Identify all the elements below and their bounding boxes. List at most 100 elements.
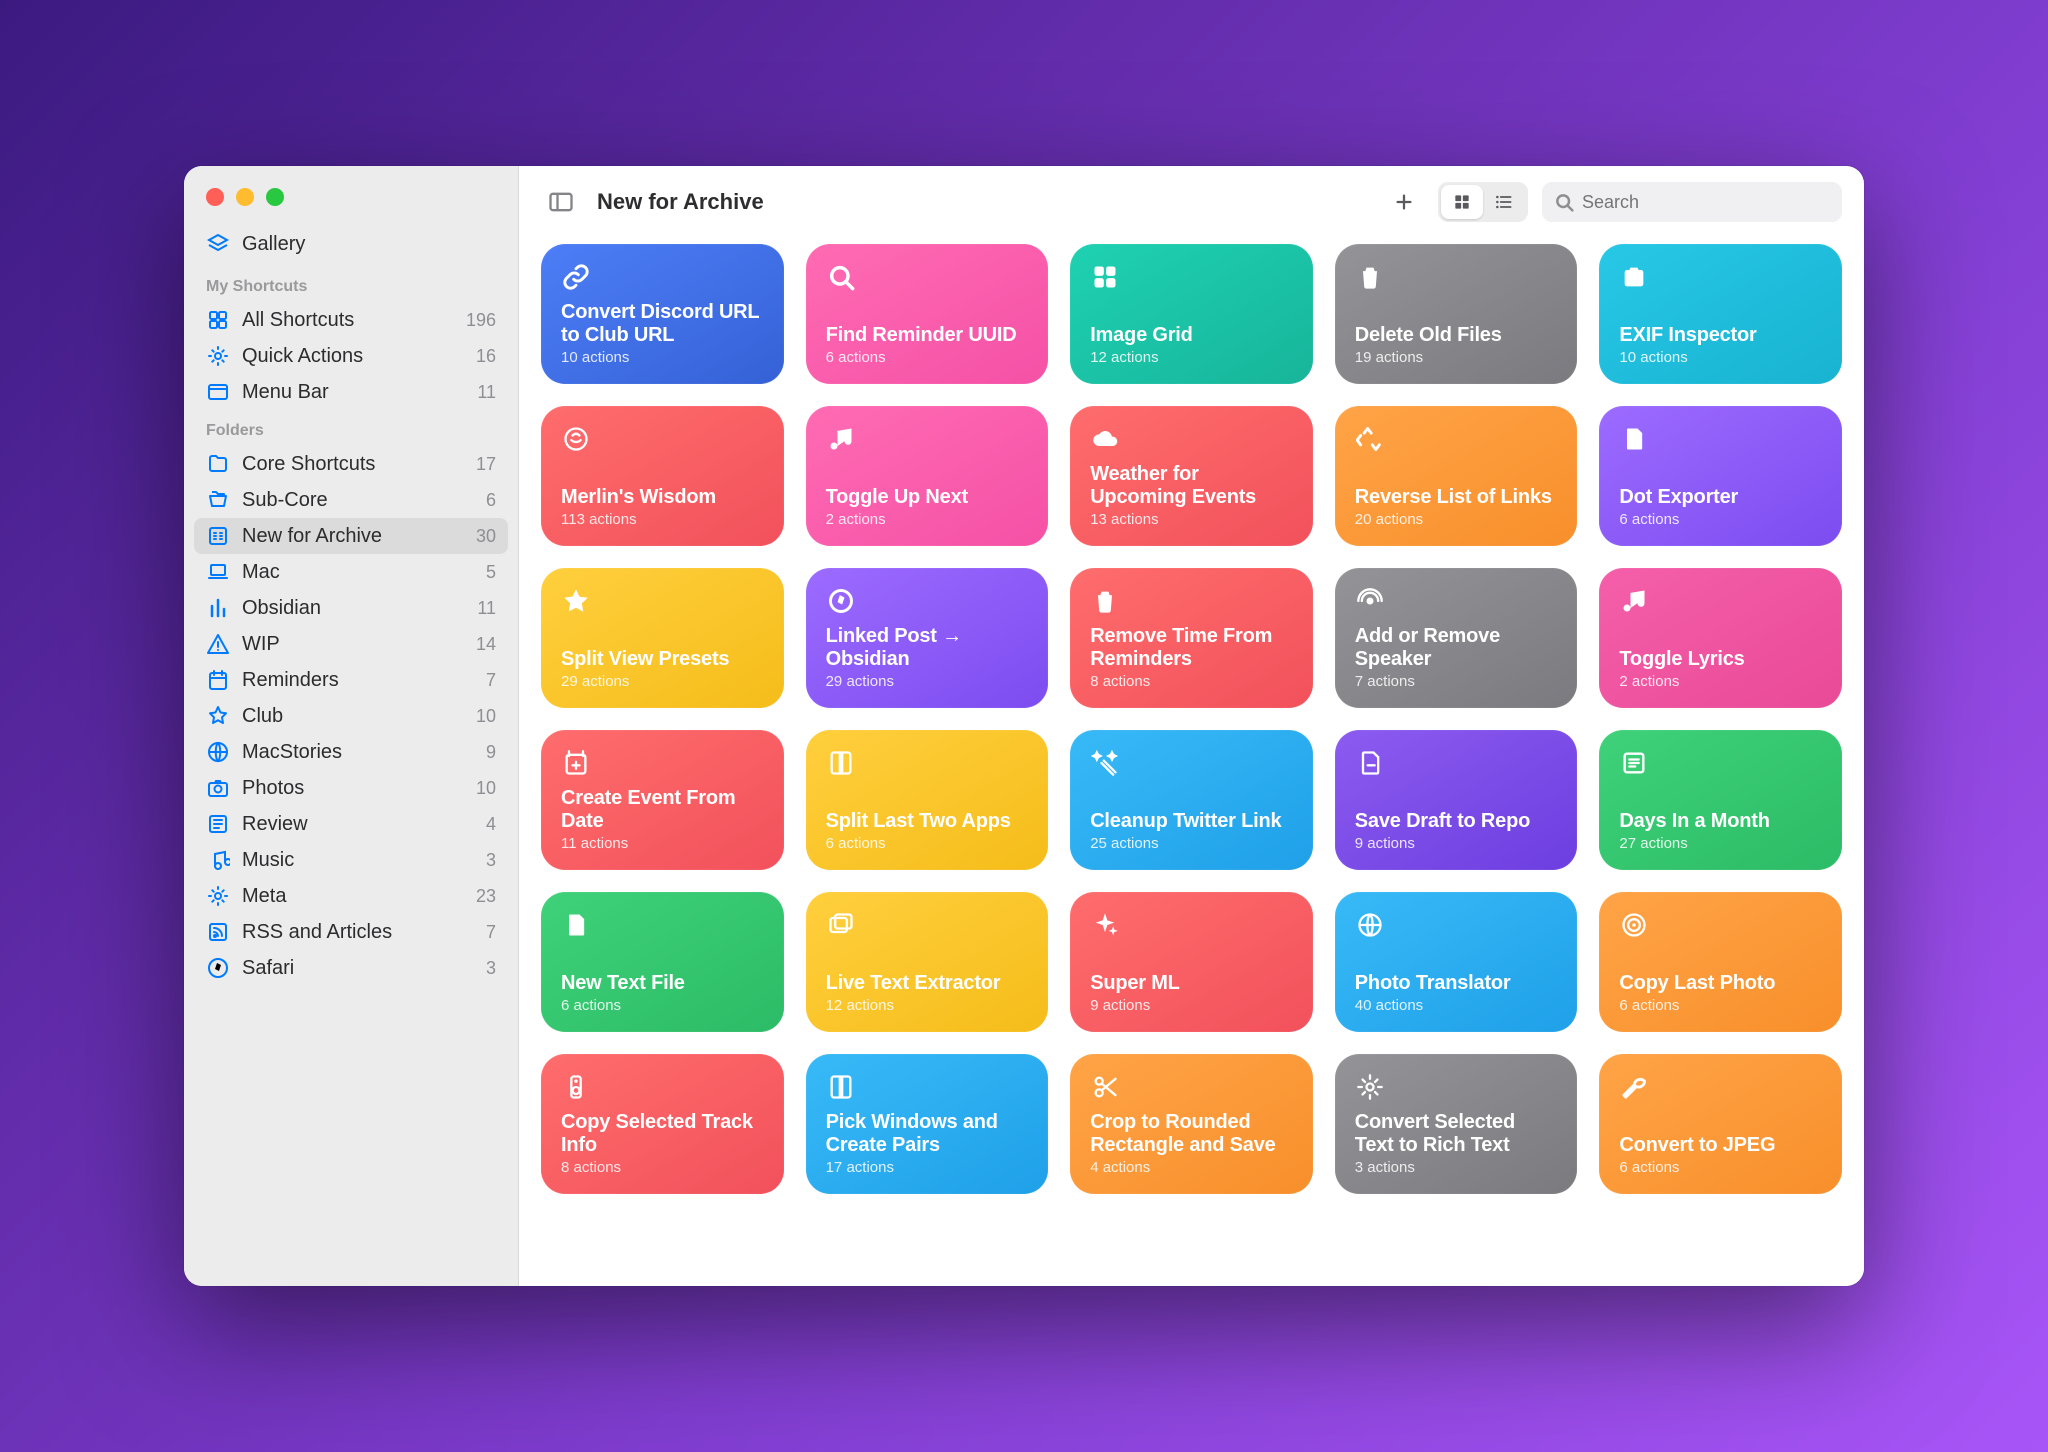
sidebar-item-count: 5 — [486, 562, 496, 583]
shortcut-card[interactable]: Split Last Two Apps6 actions — [806, 730, 1049, 870]
list-view-button[interactable] — [1483, 185, 1525, 219]
sidebar: Gallery My Shortcuts All Shortcuts196Qui… — [184, 166, 519, 1286]
rss-icon — [206, 920, 242, 944]
sidebar-item-count: 14 — [476, 634, 496, 655]
sidebar-item-macstories[interactable]: MacStories9 — [184, 734, 518, 770]
sidebar-item-label: Review — [242, 813, 486, 836]
sidebar-item-core-shortcuts[interactable]: Core Shortcuts17 — [184, 446, 518, 482]
shortcut-card[interactable]: Crop to Rounded Rectangle and Save4 acti… — [1070, 1054, 1313, 1194]
calplus-icon — [561, 748, 591, 778]
archive-icon — [206, 524, 242, 548]
shortcut-card[interactable]: EXIF Inspector10 actions — [1599, 244, 1842, 384]
shortcut-card[interactable]: Live Text Extractor12 actions — [806, 892, 1049, 1032]
sidebar-item-new-for-archive[interactable]: New for Archive30 — [194, 518, 508, 554]
shortcut-card[interactable]: Save Draft to Repo9 actions — [1335, 730, 1578, 870]
sidebar-item-photos[interactable]: Photos10 — [184, 770, 518, 806]
docminus-icon — [1355, 748, 1385, 778]
sidebar-item-count: 16 — [476, 346, 496, 367]
shortcut-card[interactable]: Reverse List of Links20 actions — [1335, 406, 1578, 546]
sidebar-item-music[interactable]: Music3 — [184, 842, 518, 878]
shortcut-card[interactable]: Delete Old Files19 actions — [1335, 244, 1578, 384]
wand-icon — [1090, 748, 1120, 778]
shortcut-card[interactable]: Photo Translator40 actions — [1335, 892, 1578, 1032]
shortcut-card[interactable]: Image Grid12 actions — [1070, 244, 1313, 384]
add-shortcut-button[interactable] — [1384, 182, 1424, 222]
shortcut-card[interactable]: Super ML9 actions — [1070, 892, 1313, 1032]
star-icon — [206, 704, 242, 728]
shortcut-card[interactable]: Remove Time From Reminders8 actions — [1070, 568, 1313, 708]
sidebar-item-rss-and-articles[interactable]: RSS and Articles7 — [184, 914, 518, 950]
sidebar-item-mac[interactable]: Mac5 — [184, 554, 518, 590]
search-input[interactable] — [1582, 192, 1830, 213]
card-title: Super ML — [1090, 972, 1293, 995]
sidebar-item-club[interactable]: Club10 — [184, 698, 518, 734]
globe-icon — [206, 740, 242, 764]
sidebar-item-label: All Shortcuts — [242, 309, 466, 332]
shortcut-card[interactable]: Copy Last Photo6 actions — [1599, 892, 1842, 1032]
minimize-window-button[interactable] — [236, 188, 254, 206]
lines-icon — [1619, 748, 1649, 778]
card-title: Dot Exporter — [1619, 486, 1822, 509]
shortcut-card[interactable]: Pick Windows and Create Pairs17 actions — [806, 1054, 1049, 1194]
card-title: Create Event From Date — [561, 787, 764, 833]
sidebar-item-sub-core[interactable]: Sub-Core6 — [184, 482, 518, 518]
shortcut-card[interactable]: Find Reminder UUID6 actions — [806, 244, 1049, 384]
main-content: New for Archive Convert Discord URL to C… — [519, 166, 1864, 1286]
sidebar-item-all-shortcuts[interactable]: All Shortcuts196 — [184, 302, 518, 338]
card-subtitle: 3 actions — [1355, 1159, 1558, 1176]
broadcast-icon — [1355, 586, 1385, 616]
sidebar-item-count: 10 — [476, 778, 496, 799]
shortcut-card[interactable]: Dot Exporter 6 actions — [1599, 406, 1842, 546]
sidebar-item-label: Reminders — [242, 669, 486, 692]
shortcut-card[interactable]: Merlin's Wisdom113 actions — [541, 406, 784, 546]
sidebar-item-meta[interactable]: Meta23 — [184, 878, 518, 914]
sidebar-item-count: 7 — [486, 670, 496, 691]
card-title: Delete Old Files — [1355, 324, 1558, 347]
sidebar-item-safari[interactable]: Safari3 — [184, 950, 518, 986]
shortcut-card[interactable]: Split View Presets29 actions — [541, 568, 784, 708]
grid-view-button[interactable] — [1441, 185, 1483, 219]
shortcut-card[interactable]: Days In a Month 27 actions — [1599, 730, 1842, 870]
shortcut-card[interactable]: Create Event From Date 11 actions — [541, 730, 784, 870]
search-box[interactable] — [1542, 182, 1842, 222]
sidebar-gallery[interactable]: Gallery — [184, 230, 518, 266]
sidebar-item-obsidian[interactable]: Obsidian11 — [184, 590, 518, 626]
toggle-sidebar-button[interactable] — [541, 182, 581, 222]
card-title: Days In a Month — [1619, 810, 1822, 833]
card-title: Live Text Extractor — [826, 972, 1029, 995]
card-title: Split Last Two Apps — [826, 810, 1029, 833]
shortcut-card[interactable]: Convert to JPEG6 actions — [1599, 1054, 1842, 1194]
sidebar-item-wip[interactable]: WIP14 — [184, 626, 518, 662]
sidebar-item-label: Photos — [242, 777, 476, 800]
sidebar-item-review[interactable]: Review4 — [184, 806, 518, 842]
close-window-button[interactable] — [206, 188, 224, 206]
link-icon — [561, 262, 591, 292]
card-title: Copy Last Photo — [1619, 972, 1822, 995]
sidebar-item-count: 11 — [477, 598, 496, 619]
card-title: Merlin's Wisdom — [561, 486, 764, 509]
card-subtitle: 6 actions — [1619, 1159, 1822, 1176]
shortcut-card[interactable]: Convert Selected Text to Rich Text 3 acti… — [1335, 1054, 1578, 1194]
shortcut-card[interactable]: Toggle Lyrics2 actions — [1599, 568, 1842, 708]
card-title: Convert Selected Text to Rich Text — [1355, 1111, 1558, 1157]
shortcut-card[interactable]: Cleanup Twitter Link25 actions — [1070, 730, 1313, 870]
shortcut-card[interactable]: Toggle Up Next2 actions — [806, 406, 1049, 546]
sidebar-item-menu-bar[interactable]: Menu Bar11 — [184, 374, 518, 410]
folderopen-icon — [206, 488, 242, 512]
sidebar-item-reminders[interactable]: Reminders7 — [184, 662, 518, 698]
card-subtitle: 6 actions — [1619, 511, 1822, 528]
shortcut-card[interactable]: Weather for Upcoming Events13 actions — [1070, 406, 1313, 546]
card-subtitle: 27 actions — [1619, 835, 1822, 852]
shortcut-card[interactable]: Convert Discord URL to Club URL10 action… — [541, 244, 784, 384]
sidebar-item-quick-actions[interactable]: Quick Actions16 — [184, 338, 518, 374]
card-subtitle: 11 actions — [561, 835, 764, 852]
card-subtitle: 12 actions — [1090, 349, 1293, 366]
sidebar-section-folders: Folders — [184, 410, 518, 446]
warning-icon — [206, 632, 242, 656]
shortcut-card[interactable]: New Text File6 actions — [541, 892, 784, 1032]
shortcut-card[interactable]: Copy Selected Track Info8 actions — [541, 1054, 784, 1194]
shortcut-card[interactable]: Add or Remove Speaker7 actions — [1335, 568, 1578, 708]
doc-icon — [561, 910, 591, 940]
maximize-window-button[interactable] — [266, 188, 284, 206]
shortcut-card[interactable]: Linked Post → Obsidian29 actions — [806, 568, 1049, 708]
